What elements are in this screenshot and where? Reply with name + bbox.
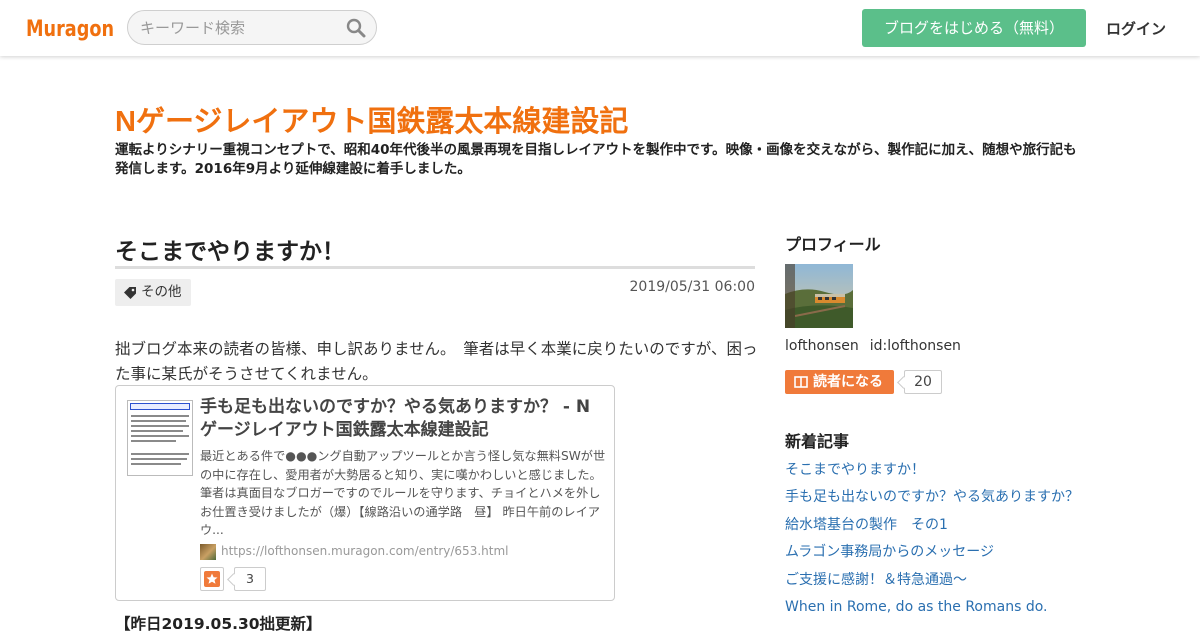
recent-article-link[interactable]: 給水塔基台の製作 その1 <box>785 515 1105 542</box>
category-tag[interactable]: その他 <box>115 279 191 306</box>
blog-description: 運転よりシナリー重視コンセプトで、昭和40年代後半の風景再現を目指しレイアウトを… <box>115 142 1077 177</box>
recent-article-link[interactable]: そこまでやりますか！ <box>785 460 1105 487</box>
recent-article-link[interactable]: 手も足も出ないのですか？やる気ありますか？ <box>785 487 1105 514</box>
profile-names: lofthonsen id:lofthonsen <box>785 338 961 354</box>
recent-article-link[interactable]: ご支援に感謝！＆特急通過～ <box>785 570 1105 597</box>
recent-article-link[interactable]: ムラゴン事務局からのメッセージ <box>785 542 1105 569</box>
recent-articles-list: そこまでやりますか！ 手も足も出ないのですか？やる気ありますか？ 給水塔基台の製… <box>785 460 1105 624</box>
embed-thumbnail <box>127 400 193 476</box>
thumbnail-line <box>131 420 186 422</box>
search-box <box>127 10 377 45</box>
thumbnail-header <box>130 403 190 410</box>
blog-title[interactable]: Nゲージレイアウト国鉄露太本線建設記 <box>115 98 628 140</box>
profile-avatar[interactable] <box>785 264 853 328</box>
top-header: Muragon ブログをはじめる（無料） ログイン <box>0 0 1200 56</box>
profile-user-id: id:lofthonsen <box>869 338 961 354</box>
start-blog-button[interactable]: ブログをはじめる（無料） <box>862 9 1086 47</box>
profile-heading: プロフィール <box>785 235 881 254</box>
profile-username[interactable]: lofthonsen <box>785 338 859 354</box>
update-heading: 【昨日2019.05.30拙更新】 <box>115 615 322 633</box>
category-label: その他 <box>141 284 182 300</box>
embed-card[interactable]: 手も足も出ないのですか？やる気ありますか？ - Nゲージレイアウト国鉄露太本線建… <box>115 385 615 601</box>
thumbnail-line <box>131 415 189 417</box>
recent-heading: 新着記事 <box>785 432 850 451</box>
thumbnail-line <box>131 430 183 432</box>
thumbnail-line <box>131 463 181 465</box>
embed-url[interactable]: https://lofthonsen.muragon.com/entry/653… <box>221 544 508 558</box>
subscribe-button[interactable]: 読者になる <box>785 370 894 394</box>
embed-title[interactable]: 手も足も出ないのですか？やる気ありますか？ - Nゲージレイアウト国鉄露太本線建… <box>200 396 605 442</box>
embed-description: 最近とある件で●●●ング自動アップツールとか言う怪し気な無料SWが世の中に存在し… <box>200 449 608 537</box>
search-input[interactable] <box>140 17 340 39</box>
thumbnail-line <box>131 435 189 437</box>
login-link[interactable]: ログイン <box>1106 18 1166 39</box>
thumbnail-line <box>131 425 189 427</box>
book-icon <box>794 376 808 388</box>
thumbnail-line <box>131 440 176 442</box>
star-button[interactable] <box>200 567 224 591</box>
article-title[interactable]: そこまでやりますか！ <box>115 232 345 266</box>
muragon-logo[interactable]: Muragon <box>26 9 116 45</box>
post-date: 2019/05/31 06:00 <box>629 279 756 295</box>
title-divider <box>115 266 755 269</box>
recent-article-link[interactable]: When in Rome, do as the Romans do. <box>785 597 1105 624</box>
thumbnail-line <box>131 458 187 460</box>
thumbnail-line <box>131 453 189 455</box>
article-body: 拙ブログ本来の読者の皆様、申し訳ありません。 筆者は早く本業に戻りたいのですが、… <box>115 340 758 383</box>
tag-icon <box>124 286 136 299</box>
subscriber-count: 20 <box>904 370 942 394</box>
avatar-image <box>785 264 853 328</box>
site-favicon <box>200 544 216 560</box>
star-count: 3 <box>234 567 266 591</box>
star-icon <box>204 571 220 587</box>
search-icon[interactable] <box>346 18 366 38</box>
logo-text: Muragon <box>26 17 114 42</box>
subscribe-label: 読者になる <box>813 374 883 390</box>
